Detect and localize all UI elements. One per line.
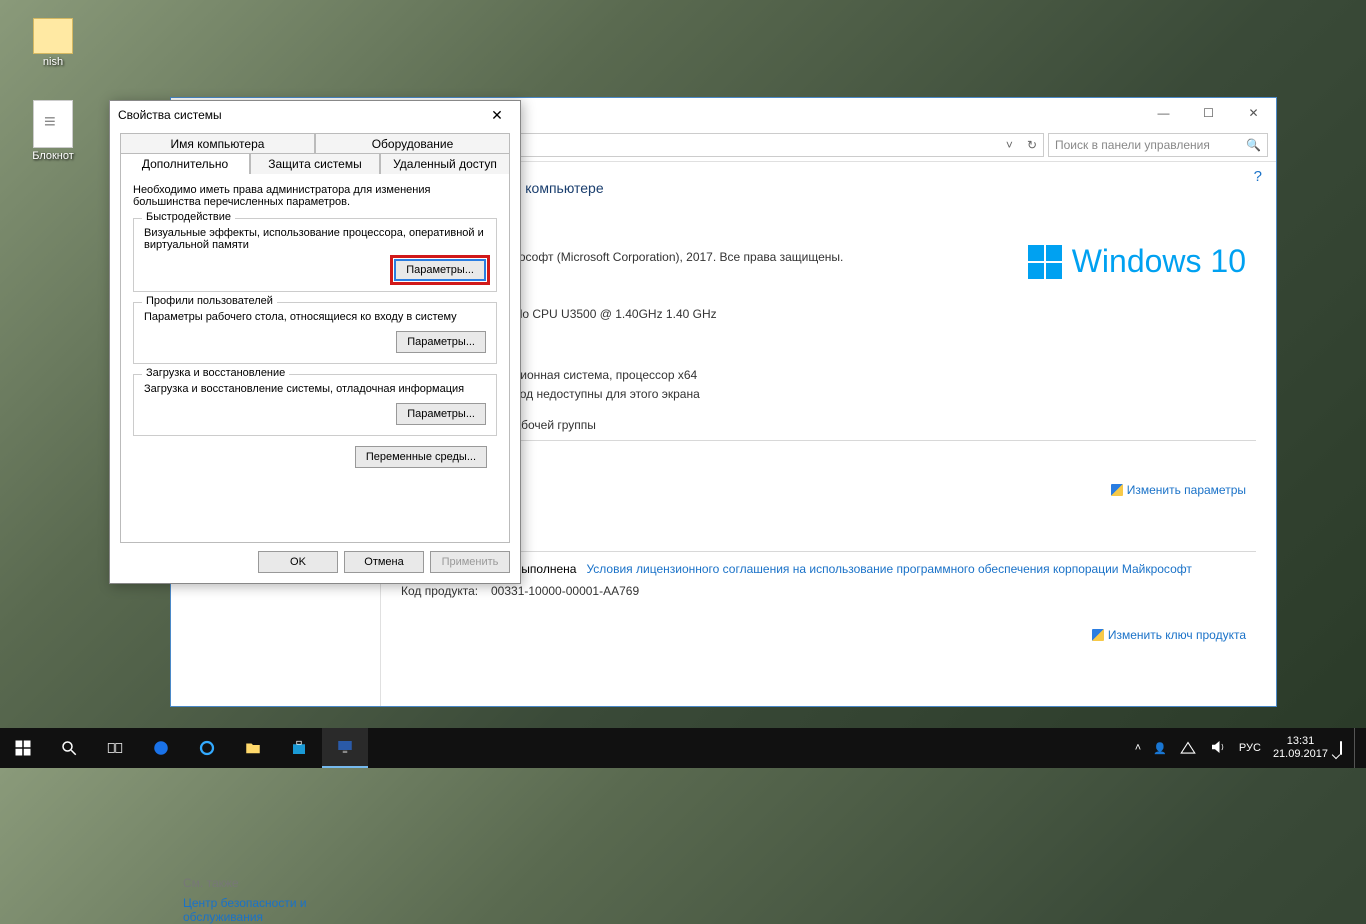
startup-settings-button[interactable]: Параметры... [396,403,486,425]
textfile-icon [33,100,73,148]
product-key-value: 00331-10000-00001-AA769 [491,584,639,598]
refresh-button[interactable]: ↻ [1027,138,1037,152]
search-placeholder: Поиск в панели управления [1055,138,1210,152]
address-dropdown-button[interactable]: ˅ [1006,138,1013,152]
admin-note: Необходимо иметь права администратора дл… [133,184,497,208]
brand-text: Windows 10 [1072,243,1246,280]
notification-icon [1340,741,1342,755]
clock-time: 13:31 [1273,735,1328,748]
tray-network-icon[interactable] [1179,738,1197,759]
windows-logo-icon [1028,245,1062,279]
dialog-content: Необходимо иметь права администратора дл… [120,173,510,543]
tab-hardware[interactable]: Оборудование [315,133,510,154]
profiles-settings-button[interactable]: Параметры... [396,331,486,353]
dialog-titlebar[interactable]: Свойства системы ✕ [110,101,520,129]
environment-variables-button[interactable]: Переменные среды... [355,446,487,468]
taskbar-app-store[interactable] [276,728,322,768]
desktop-icon-notepad[interactable]: Блокнот [18,100,88,162]
shield-icon [1092,629,1104,641]
search-icon [60,739,78,757]
windows-brand: Windows 10 [1028,243,1246,280]
sidebar-link-security-center[interactable]: Центр безопасности и обслуживания [183,896,368,924]
profiles-desc: Параметры рабочего стола, относящиеся ко… [144,311,486,323]
tray-language[interactable]: РУС [1239,742,1261,754]
ok-button[interactable]: OK [258,551,338,573]
desktop-icon-folder[interactable]: nish [18,10,88,68]
taskbar-app-cortana[interactable] [184,728,230,768]
task-view-button[interactable] [92,728,138,768]
change-settings-link[interactable]: Изменить параметры [1111,483,1246,497]
profiles-legend: Профили пользователей [142,295,277,307]
shield-icon [1111,484,1123,496]
tray-people-icon[interactable]: 👤 [1153,742,1167,755]
edge-icon [152,739,170,757]
tray-volume-icon[interactable] [1209,738,1227,759]
search-input[interactable]: Поиск в панели управления 🔍 [1048,133,1268,157]
performance-group: Быстродействие Визуальные эффекты, испол… [133,218,497,292]
startup-legend: Загрузка и восстановление [142,367,289,379]
performance-settings-button[interactable]: Параметры... [394,259,486,281]
taskbar: ˄ 👤 РУС 13:31 21.09.2017 [0,728,1366,768]
dialog-tabs: Имя компьютера Оборудование Дополнительн… [120,133,510,173]
taskbar-app-explorer[interactable] [230,728,276,768]
license-terms-link[interactable]: Условия лицензионного соглашения на испо… [586,562,1191,576]
show-desktop-button[interactable] [1354,728,1360,768]
tray-clock[interactable]: 13:31 21.09.2017 [1273,735,1328,761]
tab-advanced[interactable]: Дополнительно [120,153,250,174]
apply-button[interactable]: Применить [430,551,510,573]
performance-desc: Визуальные эффекты, использование процес… [144,227,486,251]
taskbar-app-system[interactable] [322,728,368,768]
cancel-button[interactable]: Отмена [344,551,424,573]
system-tray: ˄ 👤 РУС 13:31 21.09.2017 [1135,728,1366,768]
store-icon [290,739,308,757]
folder-icon [244,739,262,757]
windows-icon [14,739,32,757]
change-product-key-link[interactable]: Изменить ключ продукта [1092,628,1246,642]
taskview-icon [106,739,124,757]
maximize-button[interactable]: ☐ [1186,99,1231,127]
tab-system-protection[interactable]: Защита системы [250,153,380,174]
icon-label: Блокнот [32,150,74,162]
dialog-button-row: OK Отмена Применить [110,543,520,581]
taskbar-search-button[interactable] [46,728,92,768]
workgroup-section-title: мена и параметры рабочей группы [401,418,1256,432]
dialog-title: Свойства системы [118,108,222,122]
page-title: сведений о вашем компьютере [401,180,1256,196]
startup-desc: Загрузка и восстановление системы, отлад… [144,383,486,395]
taskbar-app-edge[interactable] [138,728,184,768]
icon-label: nish [43,56,63,68]
see-also-label: См. также [183,876,368,890]
user-profiles-group: Профили пользователей Параметры рабочего… [133,302,497,364]
help-icon[interactable]: ? [1254,168,1262,185]
clock-date: 21.09.2017 [1273,748,1328,761]
start-button[interactable] [0,728,46,768]
tab-remote[interactable]: Удаленный доступ [380,153,510,174]
close-button[interactable]: ✕ [1231,99,1276,127]
startup-recovery-group: Загрузка и восстановление Загрузка и вос… [133,374,497,436]
tray-chevron-up-icon[interactable]: ˄ [1135,742,1141,754]
search-icon: 🔍 [1246,138,1261,152]
folder-icon [33,18,73,54]
product-key-label: Код продукта: [401,584,491,598]
system-properties-dialog: Свойства системы ✕ Имя компьютера Оборуд… [109,100,521,584]
action-center-button[interactable] [1340,742,1342,754]
tab-computer-name[interactable]: Имя компьютера [120,133,315,154]
monitor-icon [336,738,354,756]
minimize-button[interactable]: — [1141,99,1186,127]
performance-legend: Быстродействие [142,211,235,223]
dialog-close-button[interactable]: ✕ [482,107,512,124]
cortana-icon [198,739,216,757]
